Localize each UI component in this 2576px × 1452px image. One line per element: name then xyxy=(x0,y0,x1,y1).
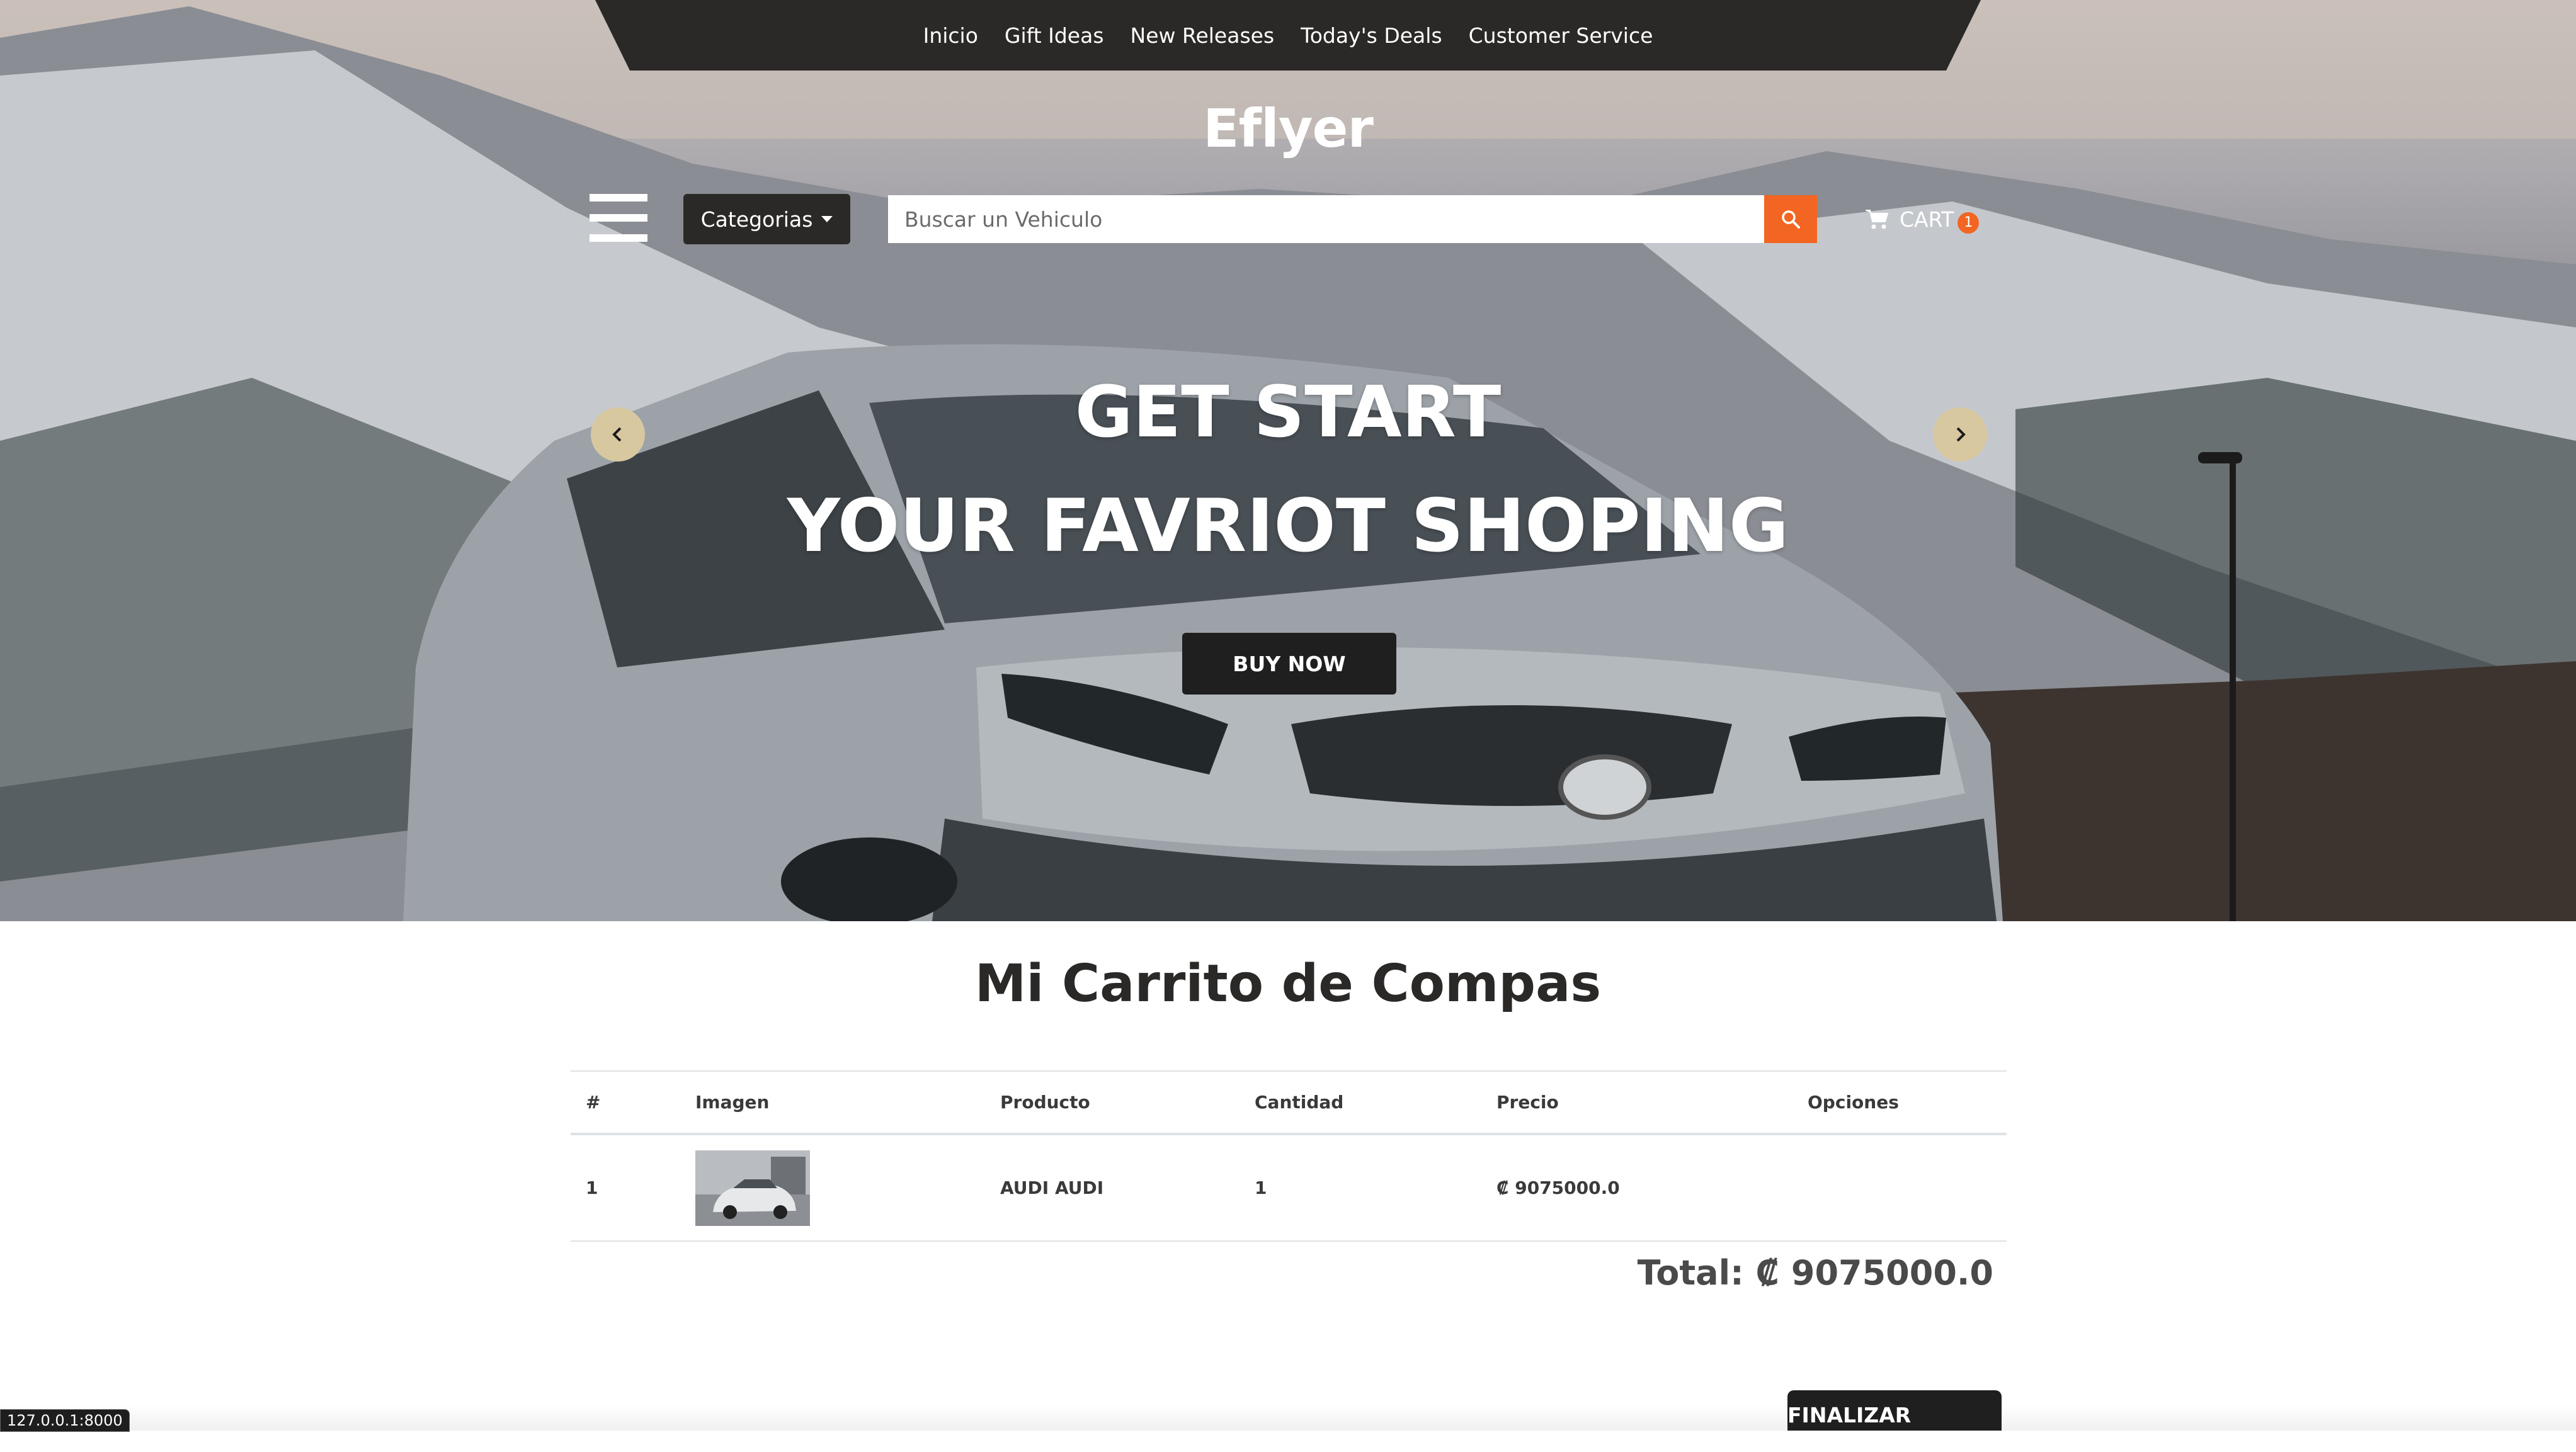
page-fold-shadow xyxy=(0,1404,2576,1431)
nav-link-gift-ideas[interactable]: Gift Ideas xyxy=(1005,23,1104,48)
cart-icon xyxy=(1866,210,1889,229)
column-header-quantity: Cantidad xyxy=(1255,1092,1344,1113)
categories-label: Categorias xyxy=(700,207,813,232)
nav-link-inicio[interactable]: Inicio xyxy=(923,23,978,48)
column-header-price: Precio xyxy=(1496,1092,1559,1113)
table-header-row: # Imagen Producto Cantidad Precio Opcion… xyxy=(571,1071,2007,1134)
cell-quantity: 1 xyxy=(1255,1177,1267,1198)
nav-link-customer-service[interactable]: Customer Service xyxy=(1469,23,1653,48)
column-header-index: # xyxy=(586,1092,601,1113)
cell-price: ₡ 9075000.0 xyxy=(1496,1177,1620,1198)
cart-link[interactable]: CART 1 xyxy=(1864,201,1980,237)
cell-image xyxy=(680,1134,985,1241)
status-bar-url: 127.0.0.1:8000 xyxy=(0,1409,130,1432)
product-thumbnail[interactable] xyxy=(695,1150,810,1226)
hero-subheadline: YOUR FAVRIOT SHOPING xyxy=(787,484,1789,569)
column-header-product: Producto xyxy=(1000,1092,1090,1113)
column-header-image: Imagen xyxy=(695,1092,770,1113)
cell-index: 1 xyxy=(586,1177,598,1198)
top-navigation: Inicio Gift Ideas New Releases Today's D… xyxy=(595,0,1981,71)
cart-label: CART xyxy=(1900,207,1954,232)
cart-title: Mi Carrito de Compas xyxy=(974,954,1602,1014)
finalize-purchase-button[interactable]: FINALIZAR COMPRA xyxy=(1787,1390,2002,1452)
cart-count-badge: 1 xyxy=(1958,212,1980,234)
hero-headline: GET START xyxy=(1074,372,1502,453)
nav-link-todays-deals[interactable]: Today's Deals xyxy=(1301,23,1442,48)
caret-down-icon xyxy=(821,216,833,222)
hero-banner: Inicio Gift Ideas New Releases Today's D… xyxy=(0,0,2576,921)
categories-dropdown-button[interactable]: Categorias xyxy=(683,194,850,244)
search-icon xyxy=(1782,210,1800,229)
search-input[interactable] xyxy=(888,195,1765,243)
cart-total: Total: ₡ 9075000.0 xyxy=(1637,1253,1993,1293)
table-row: 1 AUDI AUDI 1 ₡ 9075000.0 xyxy=(571,1134,2007,1241)
hamburger-icon[interactable] xyxy=(590,194,647,242)
nav-link-new-releases[interactable]: New Releases xyxy=(1131,23,1275,48)
cell-product: AUDI AUDI xyxy=(1000,1177,1104,1198)
column-header-options: Opciones xyxy=(1808,1092,1899,1113)
buy-now-button[interactable]: BUY NOW xyxy=(1182,633,1396,695)
cell-options xyxy=(1792,1134,2007,1241)
cart-table: # Imagen Producto Cantidad Precio Opcion… xyxy=(571,1070,2007,1242)
brand-logo[interactable]: Eflyer xyxy=(0,98,2576,159)
search-button[interactable] xyxy=(1764,195,1817,243)
